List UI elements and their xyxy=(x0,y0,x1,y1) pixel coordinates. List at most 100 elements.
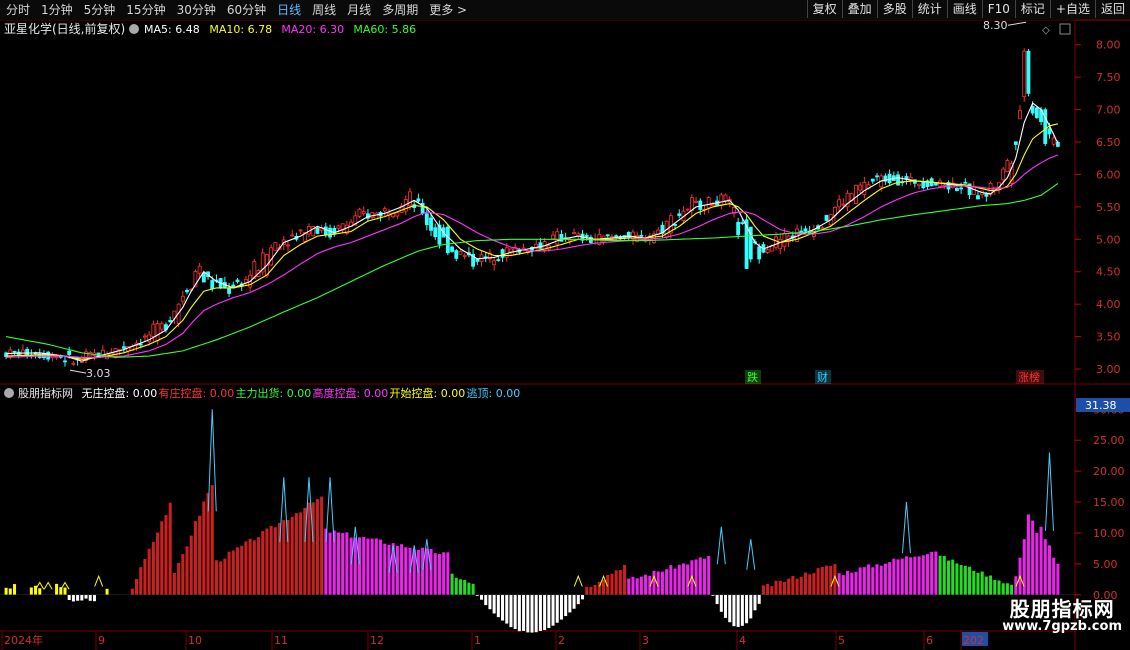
indicator-bar xyxy=(235,547,240,595)
indicator-bar xyxy=(1022,539,1026,595)
candle-body xyxy=(445,226,450,254)
indicator-bar xyxy=(564,594,568,617)
indicator-bar xyxy=(858,567,862,595)
candle-body xyxy=(555,231,560,245)
diamond-icon: ◇ xyxy=(1042,25,1050,36)
indicator-bar xyxy=(29,587,33,595)
indicator-bar xyxy=(917,556,921,595)
indicator-bar xyxy=(787,578,791,595)
indicator-bar xyxy=(156,532,160,595)
candle-body xyxy=(694,200,698,203)
indicator-bar xyxy=(871,567,875,595)
indicator-bar xyxy=(76,594,80,601)
indicator-bar xyxy=(63,587,67,595)
indicator-bar xyxy=(261,531,265,595)
candle-body xyxy=(168,320,173,323)
candle-body xyxy=(757,246,762,260)
indicator-bar xyxy=(543,594,547,631)
indicator-bar xyxy=(55,583,59,595)
indicator-bar xyxy=(580,594,585,600)
indicator-bar xyxy=(963,565,967,595)
indicator-bar xyxy=(437,553,441,595)
indicator-bar xyxy=(71,594,75,602)
stock-chart[interactable]: 亚星化学(日线,前复权) MA5: 6.48 MA10: 6.78 MA20: 6.3… xyxy=(0,0,1130,650)
candle-body xyxy=(854,184,858,204)
candle-body xyxy=(521,247,526,250)
indicator-bar xyxy=(972,570,976,595)
candle-body xyxy=(500,249,505,258)
indicator-bar xyxy=(328,532,332,595)
time-label-1: 9 xyxy=(98,634,105,647)
indicator-bar xyxy=(290,516,294,595)
indicator-bar xyxy=(757,594,761,604)
indicator-bar xyxy=(745,594,749,624)
indicator-bar xyxy=(673,568,677,595)
indicator-bar xyxy=(589,586,593,595)
candle-body xyxy=(605,234,610,237)
candle-body xyxy=(273,242,278,251)
candle-body xyxy=(870,178,875,182)
ind-tick-label-4: 20.00 xyxy=(1093,465,1125,478)
ma-label-0: MA5: 6.48 xyxy=(144,23,200,36)
indicator-bar xyxy=(219,561,223,595)
indicator-bar xyxy=(753,594,757,611)
indicator-bar xyxy=(677,564,681,595)
indicator-bar xyxy=(370,538,374,595)
indicator-bar xyxy=(315,499,319,595)
indicator-bar xyxy=(463,580,467,595)
time-label-5: 1 xyxy=(474,634,481,647)
spike-marker xyxy=(573,574,583,587)
indicator-bar xyxy=(707,556,711,595)
indicator-bar xyxy=(534,594,538,633)
candle-body xyxy=(197,265,202,274)
indicator-bar xyxy=(1031,520,1035,595)
candle-body xyxy=(858,184,863,191)
indicator-bar xyxy=(955,563,959,595)
candle-body xyxy=(382,208,387,212)
indicator-bar xyxy=(652,570,656,595)
candle-body xyxy=(416,198,421,202)
indicator-bar xyxy=(576,594,580,605)
indicator-bar xyxy=(433,553,437,595)
indicator-bar xyxy=(193,521,197,595)
indicator-bar xyxy=(151,541,155,595)
indicator-bar xyxy=(4,587,8,595)
indicator-bar xyxy=(820,566,824,595)
candle-body xyxy=(100,349,105,356)
indicator-bar xyxy=(357,537,362,595)
indicator-bar xyxy=(976,572,980,595)
indicator-bar xyxy=(13,584,17,595)
indicator-bar xyxy=(269,525,273,595)
spike-marker xyxy=(716,526,726,565)
indicator-bar xyxy=(362,536,366,595)
indicator-bar xyxy=(366,538,370,595)
candle-body xyxy=(538,242,543,249)
indicator-bar xyxy=(782,581,786,595)
indicator-bar xyxy=(450,573,454,595)
candle-body xyxy=(1034,107,1039,119)
candle-body xyxy=(639,234,644,237)
candle-body xyxy=(159,323,164,330)
indicator-bar xyxy=(244,541,248,595)
indicator-bar xyxy=(177,562,181,595)
indicator-bar xyxy=(816,568,820,595)
indicator-bar xyxy=(925,554,929,595)
indicator-value-1: 有庄控盘: 0.00 xyxy=(159,386,235,400)
indicator-bar xyxy=(395,545,399,595)
indicator-bar xyxy=(698,557,702,595)
current-value-label: 31.38 xyxy=(1085,399,1117,412)
indicator-bar xyxy=(429,548,433,595)
indicator-bar xyxy=(623,564,627,595)
indicator-bar xyxy=(740,594,744,626)
indicator-bar xyxy=(383,543,387,595)
indicator-bar xyxy=(336,532,340,595)
indicator-bar xyxy=(484,594,488,606)
candle-body xyxy=(719,194,724,206)
candle-body xyxy=(462,254,467,257)
indicator-bar xyxy=(517,594,521,632)
indicator-bar xyxy=(968,566,972,595)
indicator-bar xyxy=(509,594,513,628)
indicator-bar xyxy=(446,552,450,595)
indicator-bar xyxy=(143,558,147,595)
indicator-bar xyxy=(559,594,563,620)
